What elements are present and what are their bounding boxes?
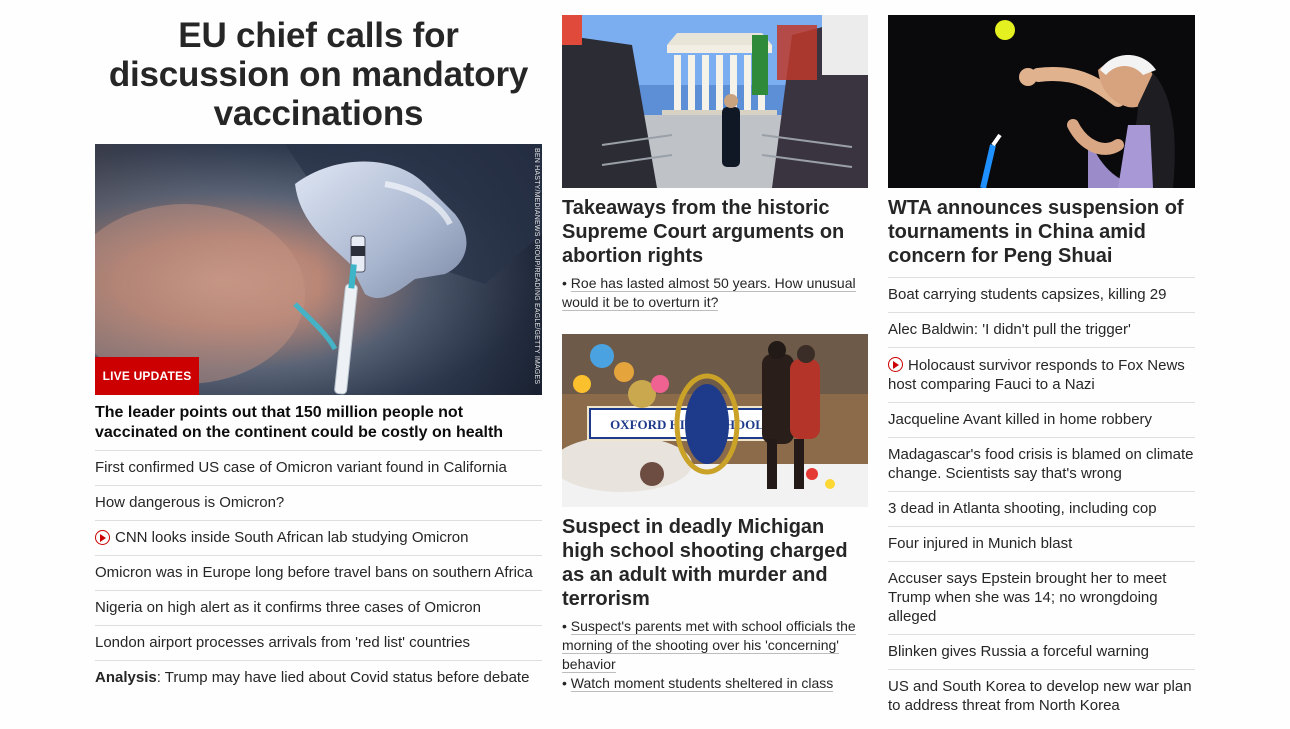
lead-headline-link[interactable]: EU chief calls for discussion on mandato… — [95, 16, 542, 133]
list-item[interactable]: How dangerous is Omicron? — [95, 486, 542, 521]
list-item[interactable]: First confirmed US case of Omicron varia… — [95, 451, 542, 486]
list-item-text: Four injured in Munich blast — [888, 535, 1073, 552]
bullet-text: Roe has lasted almost 50 years. How unus… — [562, 275, 856, 311]
lead-story-column: EU chief calls for discussion on mandato… — [95, 15, 542, 695]
lead-image-vaccination[interactable]: BEN HASTY/MEDIANEWS GROUP/READING EAGLE/… — [95, 144, 542, 395]
list-item[interactable]: Omicron was in Europe long before travel… — [95, 556, 542, 591]
michigan-headline: Suspect in deadly Michigan high school s… — [562, 516, 848, 610]
bullet-text: Suspect's parents met with school offici… — [562, 618, 856, 673]
right-headlines-list: Boat carrying students capsizes, killing… — [888, 277, 1195, 723]
list-item-text: Blinken gives Russia a forceful warning — [888, 643, 1149, 660]
supreme-court-image[interactable] — [562, 15, 868, 188]
wta-headline: WTA announces suspension of tournaments … — [888, 197, 1184, 267]
list-item[interactable]: CNN looks inside South African lab study… — [95, 521, 542, 556]
supreme-court-headline-link[interactable]: Takeaways from the historic Supreme Cour… — [562, 196, 868, 268]
list-item[interactable]: US and South Korea to develop new war pl… — [888, 670, 1195, 723]
list-item-text: How dangerous is Omicron? — [95, 494, 285, 511]
list-item[interactable]: Boat carrying students capsizes, killing… — [888, 278, 1195, 313]
list-item-analysis[interactable]: Analysis: Trump may have lied about Covi… — [95, 661, 542, 695]
list-item[interactable]: Nigeria on high alert as it confirms thr… — [95, 591, 542, 626]
supreme-court-headline: Takeaways from the historic Supreme Cour… — [562, 197, 845, 267]
list-item-text: Alec Baldwin: 'I didn't pull the trigger… — [888, 321, 1131, 338]
wta-headline-link[interactable]: WTA announces suspension of tournaments … — [888, 196, 1195, 268]
peng-shuai-image[interactable] — [888, 15, 1195, 188]
play-video-icon — [95, 530, 110, 545]
list-item-text: 3 dead in Atlanta shooting, including co… — [888, 500, 1157, 517]
bullet-item[interactable]: • Roe has lasted almost 50 years. How un… — [562, 274, 868, 312]
michigan-headline-link[interactable]: Suspect in deadly Michigan high school s… — [562, 515, 868, 611]
list-item-text: : Trump may have lied about Covid status… — [156, 669, 530, 686]
list-item-text: Boat carrying students capsizes, killing… — [888, 286, 1167, 303]
lead-subheadline-link[interactable]: The leader points out that 150 million p… — [95, 403, 542, 451]
list-item-text: Holocaust survivor responds to Fox News … — [888, 355, 1195, 394]
lead-subheadline: The leader points out that 150 million p… — [95, 403, 542, 451]
list-item[interactable]: Accuser says Epstein brought her to meet… — [888, 562, 1195, 635]
list-item-text: Madagascar's food crisis is blamed on cl… — [888, 446, 1194, 482]
list-item-text: Jacqueline Avant killed in home robbery — [888, 411, 1153, 428]
right-column: WTA announces suspension of tournaments … — [888, 15, 1195, 723]
list-item[interactable]: Blinken gives Russia a forceful warning — [888, 635, 1195, 670]
list-item[interactable]: Holocaust survivor responds to Fox News … — [888, 348, 1195, 403]
photo-credit: BEN HASTY/MEDIANEWS GROUP/READING EAGLE/… — [533, 148, 540, 385]
oxford-memorial-photo: OXFORD HIGH SCHOOL — [562, 334, 868, 507]
list-item[interactable]: Jacqueline Avant killed in home robbery — [888, 403, 1195, 438]
list-item-text: London airport processes arrivals from '… — [95, 634, 471, 651]
supreme-court-photo — [562, 15, 868, 188]
middle-column: Takeaways from the historic Supreme Cour… — [562, 15, 868, 693]
list-item-text: Omicron was in Europe long before travel… — [95, 564, 533, 581]
story-card-supreme-court: Takeaways from the historic Supreme Cour… — [562, 15, 868, 312]
bullet-text: Watch moment students sheltered in class — [570, 675, 834, 692]
list-item-text: Nigeria on high alert as it confirms thr… — [95, 599, 481, 616]
story-card-michigan: OXFORD HIGH SCHOOL Suspect in deadly Mic… — [562, 334, 868, 693]
list-item-text: US and South Korea to develop new war pl… — [888, 678, 1192, 714]
supreme-court-related: • Roe has lasted almost 50 years. How un… — [562, 274, 868, 312]
oxford-memorial-image[interactable]: OXFORD HIGH SCHOOL — [562, 334, 868, 507]
list-item[interactable]: Madagascar's food crisis is blamed on cl… — [888, 438, 1195, 492]
list-item-label: Holocaust survivor responds to Fox News … — [888, 357, 1185, 393]
lead-headline: EU chief calls for discussion on mandato… — [108, 16, 529, 133]
bullet-item[interactable]: • Suspect's parents met with school offi… — [562, 617, 868, 674]
list-item[interactable]: Four injured in Munich blast — [888, 527, 1195, 562]
lead-related-list: First confirmed US case of Omicron varia… — [95, 451, 542, 695]
michigan-related: • Suspect's parents met with school offi… — [562, 617, 868, 693]
list-item-text: CNN looks inside South African lab study… — [115, 529, 469, 546]
list-item-text: First confirmed US case of Omicron varia… — [95, 459, 507, 476]
list-item[interactable]: Alec Baldwin: 'I didn't pull the trigger… — [888, 313, 1195, 348]
live-updates-badge: LIVE UPDATES — [95, 357, 199, 395]
list-item[interactable]: London airport processes arrivals from '… — [95, 626, 542, 661]
list-item-text: Accuser says Epstein brought her to meet… — [888, 570, 1167, 625]
list-item[interactable]: 3 dead in Atlanta shooting, including co… — [888, 492, 1195, 527]
play-video-icon — [888, 357, 903, 372]
analysis-label: Analysis — [95, 669, 157, 686]
tennis-player-photo — [888, 15, 1195, 188]
bullet-item[interactable]: • Watch moment students sheltered in cla… — [562, 674, 868, 693]
